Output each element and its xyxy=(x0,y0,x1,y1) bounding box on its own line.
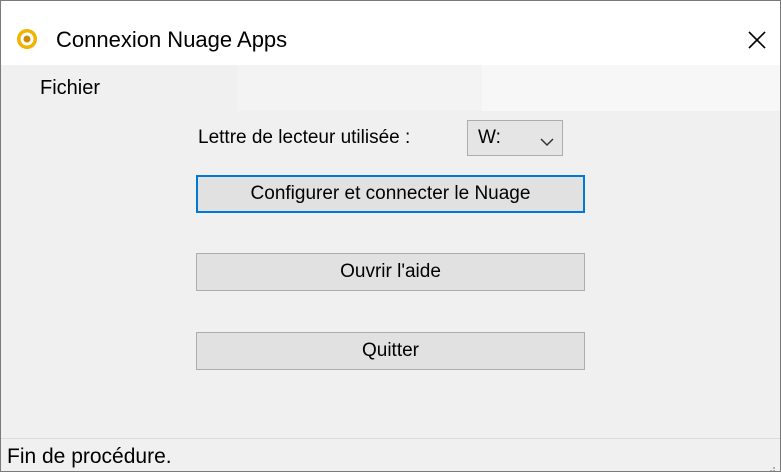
close-icon xyxy=(748,31,766,49)
app-logo-icon xyxy=(16,28,38,50)
menu-item-fichier[interactable]: Fichier xyxy=(40,77,100,100)
app-window: Connexion Nuage Apps Fichier Lettre de l… xyxy=(0,0,781,472)
menu-bar-background xyxy=(237,65,482,111)
title-bar[interactable]: Connexion Nuage Apps xyxy=(1,1,780,65)
drive-letter-value: W: xyxy=(478,127,501,148)
resize-grip-icon[interactable] xyxy=(766,460,776,471)
status-text: Fin de procédure. xyxy=(7,445,172,468)
close-button[interactable] xyxy=(734,19,780,61)
chevron-down-icon xyxy=(540,134,554,152)
configure-connect-button[interactable]: Configurer et connecter le Nuage xyxy=(196,175,585,213)
drive-letter-label: Lettre de lecteur utilisée : xyxy=(198,127,411,148)
drive-letter-select[interactable]: W: xyxy=(467,120,563,156)
status-bar: Fin de procédure. xyxy=(1,438,780,471)
menu-bar: Fichier xyxy=(1,65,780,111)
open-help-button[interactable]: Ouvrir l'aide xyxy=(196,253,585,291)
menu-bar-background xyxy=(482,65,780,111)
window-title: Connexion Nuage Apps xyxy=(56,27,288,52)
quit-button[interactable]: Quitter xyxy=(196,332,585,370)
